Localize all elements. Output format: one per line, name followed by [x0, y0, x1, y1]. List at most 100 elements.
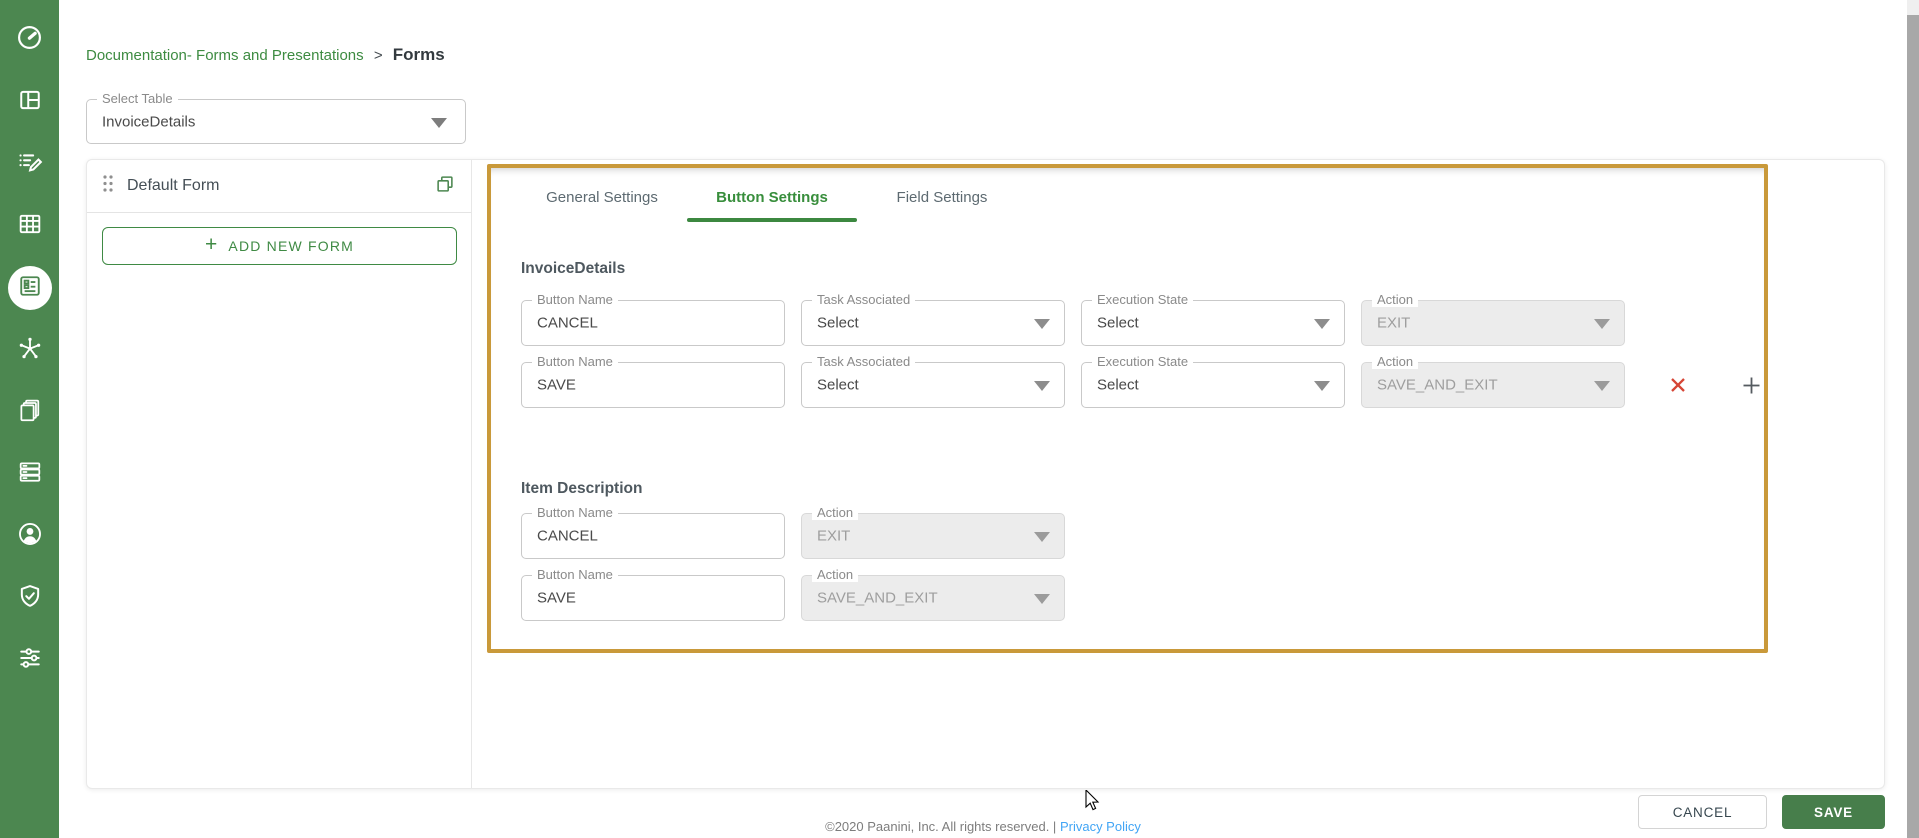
- task-associated-select[interactable]: Task Associated Select: [801, 354, 1065, 408]
- documents-icon: [16, 396, 44, 429]
- field-value: EXIT: [817, 527, 851, 545]
- field-value: Select: [817, 376, 859, 394]
- main-card: Default Form + ADD NEW FORM General Sett…: [86, 159, 1885, 789]
- user-icon: [16, 520, 44, 553]
- dropdown-arrow-icon: [1314, 319, 1330, 329]
- action-select-disabled: Action SAVE_AND_EXIT: [1361, 354, 1625, 408]
- sidebar: [0, 0, 59, 838]
- dashboard-gauge-icon: [15, 23, 44, 57]
- sidebar-item-settings[interactable]: [8, 638, 52, 682]
- dropdown-arrow-icon: [1034, 381, 1050, 391]
- dropdown-arrow-icon: [1594, 381, 1610, 391]
- sidebar-item-users[interactable]: [8, 514, 52, 558]
- field-label: Action: [1372, 292, 1419, 307]
- dropdown-arrow-icon: [1034, 532, 1050, 542]
- copyright: ©2020 Paanini, Inc. All rights reserved.…: [59, 819, 1907, 834]
- field-value: EXIT: [1377, 314, 1411, 332]
- button-settings-panel: General Settings Button Settings Field S…: [487, 164, 1768, 653]
- button-row: Button Name CANCEL Action EXIT: [521, 505, 1065, 559]
- scrollbar[interactable]: [1907, 0, 1919, 838]
- field-label: Button Name: [532, 567, 618, 582]
- action-select-disabled: Action EXIT: [1361, 292, 1625, 346]
- form-edit-icon: [15, 147, 44, 181]
- section-title-invoicedetails: InvoiceDetails: [521, 260, 626, 277]
- layout-icon: [16, 86, 44, 119]
- dropdown-arrow-icon: [1034, 319, 1050, 329]
- field-value: Select: [817, 314, 859, 332]
- breadcrumb-link-parent[interactable]: Documentation- Forms and Presentations: [86, 47, 364, 64]
- sidebar-item-layout[interactable]: [8, 80, 52, 124]
- servers-icon: [16, 458, 44, 491]
- copy-icon[interactable]: [434, 173, 456, 200]
- field-label: Task Associated: [812, 354, 916, 369]
- field-label: Action: [812, 567, 859, 582]
- add-row-plus-icon[interactable]: [1741, 375, 1761, 395]
- field-value: CANCEL: [537, 314, 598, 332]
- tab-bar: General Settings Button Settings Field S…: [517, 178, 1027, 222]
- form-name: Default Form: [127, 177, 220, 194]
- field-label: Execution State: [1092, 292, 1194, 307]
- select-table-value: InvoiceDetails: [102, 113, 196, 130]
- field-value: CANCEL: [537, 527, 598, 545]
- field-value: SAVE: [537, 589, 576, 607]
- select-table-dropdown[interactable]: Select Table InvoiceDetails: [86, 91, 466, 144]
- tab-field-settings[interactable]: Field Settings: [857, 178, 1027, 216]
- data-table-icon: [16, 210, 44, 243]
- copyright-text: ©2020 Paanini, Inc. All rights reserved.…: [825, 819, 1057, 834]
- dropdown-arrow-icon: [1314, 381, 1330, 391]
- field-value: SAVE_AND_EXIT: [1377, 376, 1498, 394]
- tab-button-settings[interactable]: Button Settings: [687, 178, 857, 222]
- field-value: Select: [1097, 376, 1139, 394]
- drag-handle-icon[interactable]: [102, 174, 114, 198]
- dropdown-arrow-icon: [431, 117, 447, 128]
- execution-state-select[interactable]: Execution State Select: [1081, 292, 1345, 346]
- breadcrumb-separator: >: [373, 47, 383, 64]
- button-name-input[interactable]: Button Name CANCEL: [521, 505, 785, 559]
- forms-icon: [16, 272, 44, 305]
- shield-check-icon: [16, 582, 44, 615]
- form-list-item-default-form[interactable]: Default Form: [87, 160, 471, 213]
- field-label: Task Associated: [812, 292, 916, 307]
- select-table-label: Select Table: [97, 91, 178, 106]
- button-row: Button Name SAVE Action SAVE_AND_EXIT: [521, 567, 1065, 621]
- section-title-item-description: Item Description: [521, 480, 643, 497]
- field-label: Action: [1372, 354, 1419, 369]
- form-list-panel: Default Form + ADD NEW FORM: [87, 160, 472, 788]
- breadcrumb-current: Forms: [392, 45, 445, 64]
- task-associated-select[interactable]: Task Associated Select: [801, 292, 1065, 346]
- button-name-input[interactable]: Button Name SAVE: [521, 567, 785, 621]
- delete-row-x-icon[interactable]: [1669, 376, 1687, 394]
- field-label: Button Name: [532, 505, 618, 520]
- app-root: Documentation- Forms and Presentations >…: [0, 0, 1919, 838]
- sidebar-item-dashboard[interactable]: [8, 18, 52, 62]
- mouse-cursor: [1085, 788, 1101, 817]
- button-name-input[interactable]: Button Name SAVE: [521, 354, 785, 408]
- execution-state-select[interactable]: Execution State Select: [1081, 354, 1345, 408]
- button-name-input[interactable]: Button Name CANCEL: [521, 292, 785, 346]
- field-value: Select: [1097, 314, 1139, 332]
- button-row: Button Name SAVE Task Associated Select …: [521, 354, 1761, 408]
- sidebar-item-forms-active[interactable]: [7, 266, 52, 310]
- sidebar-item-form-builder[interactable]: [8, 142, 52, 186]
- sidebar-item-servers[interactable]: [8, 452, 52, 496]
- scrollbar-thumb[interactable]: [1907, 15, 1919, 838]
- action-select-disabled: Action SAVE_AND_EXIT: [801, 567, 1065, 621]
- privacy-policy-link[interactable]: Privacy Policy: [1060, 819, 1141, 834]
- sidebar-item-workflows[interactable]: [8, 328, 52, 372]
- plus-icon: +: [204, 233, 219, 256]
- network-hub-icon: [16, 334, 44, 367]
- add-new-form-button[interactable]: + ADD NEW FORM: [102, 227, 457, 265]
- dropdown-arrow-icon: [1034, 594, 1050, 604]
- field-label: Execution State: [1092, 354, 1194, 369]
- sidebar-item-security[interactable]: [8, 576, 52, 620]
- settings-sliders-icon: [16, 644, 44, 677]
- field-label: Button Name: [532, 292, 618, 307]
- sidebar-item-tables[interactable]: [8, 204, 52, 248]
- field-label: Action: [812, 505, 859, 520]
- field-value: SAVE_AND_EXIT: [817, 589, 938, 607]
- sidebar-item-documents[interactable]: [8, 390, 52, 434]
- tab-general-settings[interactable]: General Settings: [517, 178, 687, 216]
- action-select-disabled: Action EXIT: [801, 505, 1065, 559]
- field-value: SAVE: [537, 376, 576, 394]
- breadcrumb: Documentation- Forms and Presentations >…: [86, 45, 445, 65]
